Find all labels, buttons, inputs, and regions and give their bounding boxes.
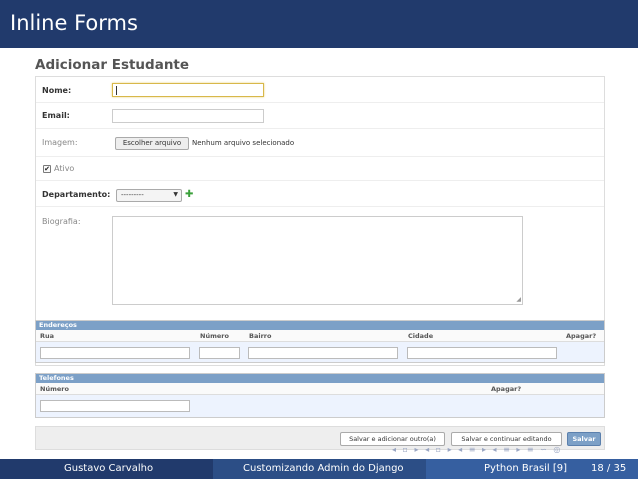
departamento-selected: --------- [121, 191, 144, 199]
rua-input[interactable] [40, 347, 190, 359]
enderecos-header: Endereços [36, 321, 604, 330]
biografia-textarea[interactable]: ◢ [112, 216, 523, 305]
email-label: Email: [42, 111, 70, 120]
nome-row: Nome: [36, 77, 604, 103]
bairro-input[interactable] [248, 347, 398, 359]
save-continue-button[interactable]: Salvar e continuar editando [451, 432, 562, 446]
footer-event: Python Brasil [9] [484, 463, 568, 474]
imagem-row: Imagem: Escolher arquivo Nenhum arquivo … [36, 129, 604, 157]
departamento-row: Departamento: --------- ▼ ✚ [36, 181, 604, 207]
telefones-columns: Número Apagar? [36, 383, 604, 395]
email-row: Email: [36, 103, 604, 129]
col-bairro: Bairro [249, 332, 272, 340]
footer-title-section: Customizando Admin do Django [213, 459, 426, 479]
admin-screenshot: Adicionar Estudante Nome: Email: Imagem:… [33, 53, 607, 455]
telefones-header: Telefones [36, 374, 604, 383]
telefones-row [36, 395, 604, 417]
col-telefone-apagar: Apagar? [491, 385, 522, 393]
slide-title: Inline Forms [10, 11, 138, 35]
telefones-inline: Telefones Número Apagar? [35, 373, 605, 418]
resize-grip-icon[interactable]: ◢ [516, 296, 521, 303]
imagem-label: Imagem: [42, 138, 78, 147]
col-numero: Número [200, 332, 229, 340]
departamento-select[interactable]: --------- ▼ [116, 189, 182, 202]
col-telefone-numero: Número [40, 385, 69, 393]
footer-author: Gustavo Carvalho [64, 463, 154, 474]
col-rua: Rua [40, 332, 55, 340]
col-apagar: Apagar? [566, 332, 597, 340]
biografia-label: Biografia: [42, 217, 81, 226]
enderecos-row [36, 342, 604, 362]
slide-footer: Gustavo Carvalho Customizando Admin do D… [0, 459, 638, 479]
file-status-text: Nenhum arquivo selecionado [192, 139, 295, 147]
footer-page-number: 18 / 35 [591, 463, 627, 474]
cidade-input[interactable] [407, 347, 557, 359]
beamer-nav-icons[interactable]: ◂ ▫ ▸ ◂ ▫ ▸ ◂ ≡ ▸ ◂ ≡ ▸ ≡ ∽ ◎ [392, 445, 562, 454]
add-icon[interactable]: ✚ [185, 189, 193, 200]
ativo-checkbox[interactable]: ✔ [43, 165, 51, 173]
enderecos-inline: Endereços Rua Número Bairro Cidade Apaga… [35, 320, 605, 363]
biografia-row: Biografia: ◢ [36, 207, 604, 313]
footer-author-section: Gustavo Carvalho [0, 459, 213, 479]
enderecos-columns: Rua Número Bairro Cidade Apagar? [36, 330, 604, 342]
slide-header: Inline Forms [0, 0, 638, 48]
footer-event-section: Python Brasil [9] 18 / 35 [426, 459, 638, 479]
telefone-numero-input[interactable] [40, 400, 190, 412]
ativo-label: Ativo [54, 164, 75, 173]
save-button[interactable]: Salvar [567, 432, 601, 446]
nome-label: Nome: [42, 86, 72, 95]
footer-talk-title: Customizando Admin do Django [243, 463, 404, 474]
ativo-row: ✔ Ativo [36, 157, 604, 181]
departamento-label: Departamento: [42, 190, 111, 199]
numero-input[interactable] [199, 347, 240, 359]
email-input[interactable] [112, 109, 264, 123]
nome-input[interactable] [112, 83, 264, 97]
text-caret [116, 86, 117, 95]
check-icon: ✔ [44, 165, 50, 173]
choose-file-button[interactable]: Escolher arquivo [115, 137, 189, 150]
save-add-another-button[interactable]: Salvar e adicionar outro(a) [340, 432, 445, 446]
col-cidade: Cidade [408, 332, 434, 340]
page-title: Adicionar Estudante [35, 57, 190, 73]
dropdown-arrow-icon: ▼ [173, 191, 178, 198]
